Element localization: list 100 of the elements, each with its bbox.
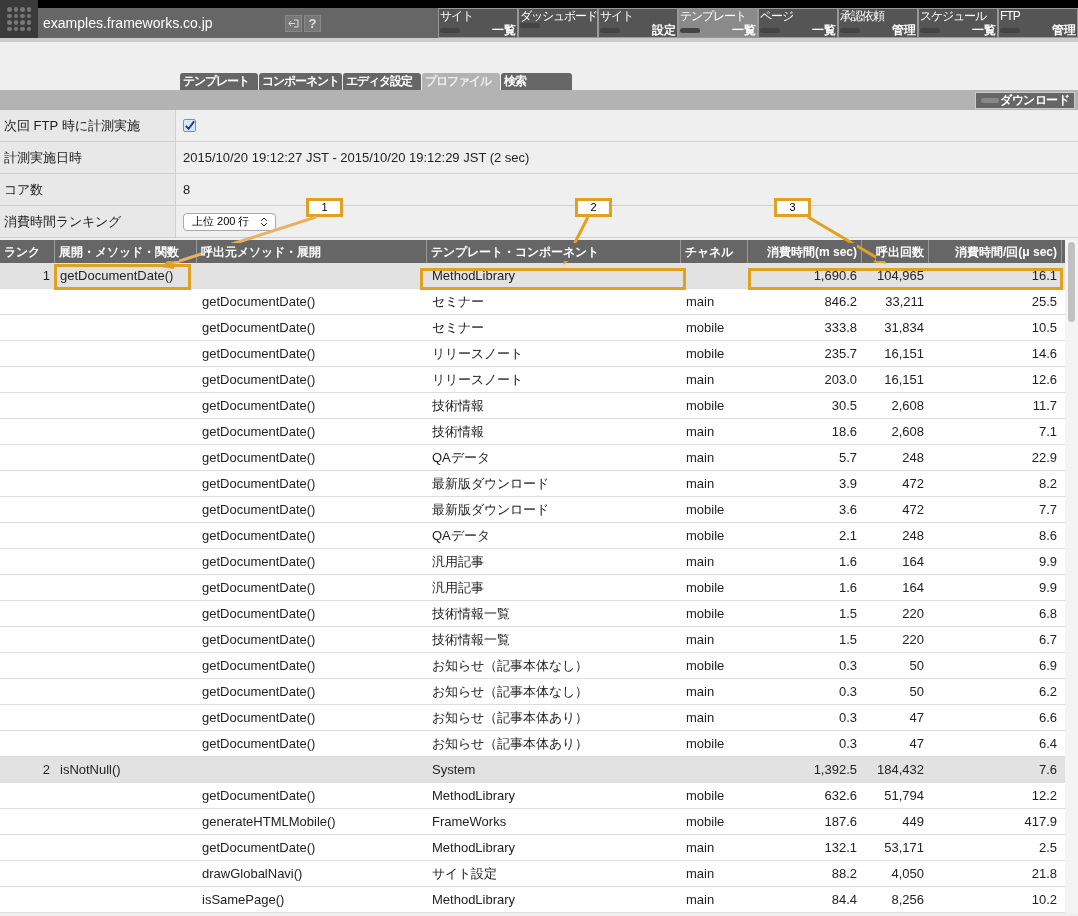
tab[interactable]: テンプレート [180, 73, 258, 90]
table-cell: main [686, 424, 715, 439]
table-cell: getDocumentDate() [202, 606, 316, 621]
table-cell: MethodLibrary [432, 788, 516, 803]
table-cell: 1.5 [838, 632, 857, 647]
tab[interactable]: 検索 [501, 73, 572, 90]
table-cell: 220 [902, 606, 924, 621]
column-header: 呼出回数 [876, 242, 924, 261]
table-cell: 333.8 [824, 320, 857, 335]
table-cell: 汎用記事 [432, 554, 484, 569]
table-cell: MethodLibrary [432, 892, 516, 907]
table-cell: 0.3 [838, 710, 857, 725]
table-cell: getDocumentDate() [202, 528, 316, 543]
table-cell: 技術情報一覧 [432, 606, 510, 621]
table-cell: 3.9 [838, 476, 857, 491]
site-name: examples.frameworks.co.jp [43, 13, 213, 33]
table-cell: 449 [902, 814, 924, 829]
table-cell: 84.4 [831, 892, 857, 907]
nav-button[interactable]: FTP 管理 [998, 8, 1078, 38]
setting-label: 次回 FTP 時に計測実施 [4, 116, 140, 135]
table-cell: 1,392.5 [813, 762, 857, 777]
table-cell: 14.6 [1031, 346, 1057, 361]
table-cell: 472 [902, 502, 924, 517]
table-cell: 0.3 [838, 658, 857, 673]
table-cell: getDocumentDate() [202, 658, 316, 673]
table-cell: isNotNull() [60, 762, 121, 777]
table-cell: 164 [902, 580, 924, 595]
table-cell: 6.9 [1038, 658, 1057, 673]
table-cell: 184,432 [877, 762, 924, 777]
table-cell: MethodLibrary [432, 268, 516, 283]
grid-logo-icon[interactable] [0, 0, 38, 38]
table-cell: 22.9 [1031, 450, 1057, 465]
logout-icon[interactable] [285, 14, 302, 32]
table-cell: getDocumentDate() [202, 736, 316, 751]
tab[interactable]: コンポーネント [259, 73, 342, 90]
table-cell: drawGlobalNavi() [202, 866, 303, 881]
table-cell: 2,608 [891, 398, 924, 413]
table-cell: getDocumentDate() [202, 346, 316, 361]
table-cell: リリースノート [432, 346, 523, 361]
nav-button[interactable]: スケジュール 一覧 [918, 8, 998, 38]
table-cell: main [686, 476, 715, 491]
tab[interactable]: エディタ設定 [343, 73, 421, 90]
table-cell: 632.6 [824, 788, 857, 803]
table-cell: 21.8 [1031, 866, 1057, 881]
table-cell: お知らせ（記事本体あり） [432, 710, 588, 725]
setting-value: 2015/10/20 19:12:27 JST - 2015/10/20 19:12:29 JST (2 sec) [183, 148, 530, 167]
table-cell: 10.2 [1031, 892, 1057, 907]
table-cell: mobile [686, 788, 725, 803]
download-button[interactable]: ダウンロード [975, 91, 1075, 109]
table-cell: 248 [902, 450, 924, 465]
rows-select[interactable]: 上位 200 行 [183, 212, 277, 231]
checkbox[interactable] [183, 119, 196, 132]
table-cell: 6.4 [1038, 736, 1057, 751]
nav-button[interactable]: サイト 設定 [598, 8, 678, 38]
table-cell: 164 [902, 554, 924, 569]
table-cell: getDocumentDate() [202, 840, 316, 855]
table-cell: mobile [686, 398, 725, 413]
table-cell: 187.6 [824, 814, 857, 829]
table-cell: サイト設定 [432, 866, 497, 881]
table-cell: getDocumentDate() [202, 632, 316, 647]
table-cell: 9.9 [1038, 580, 1057, 595]
column-header: 呼出元メソッド・展開 [201, 242, 321, 261]
table-cell: 6.7 [1038, 632, 1057, 647]
table-cell: 16.1 [1031, 268, 1057, 283]
nav-button[interactable]: ページ 一覧 [758, 8, 838, 38]
updown-icon [261, 216, 268, 227]
table-cell: 1.6 [838, 580, 857, 595]
table-cell: 2.5 [1038, 840, 1057, 855]
table-cell: getDocumentDate() [202, 554, 316, 569]
table-cell: 技術情報一覧 [432, 632, 510, 647]
table-cell: セミナー [432, 320, 484, 335]
column-header: テンプレート・コンポーネント [431, 242, 599, 261]
table-cell: 8,256 [891, 892, 924, 907]
table-cell: 47 [909, 736, 924, 751]
table-cell: getDocumentDate() [202, 450, 316, 465]
table-cell: 846.2 [824, 294, 857, 309]
table-cell: 8.2 [1038, 476, 1057, 491]
table-cell: mobile [686, 502, 725, 517]
table-cell: リリースノート [432, 372, 523, 387]
table-cell: 8.6 [1038, 528, 1057, 543]
callout-label: 1 [306, 198, 343, 217]
table-cell: 16,151 [884, 372, 924, 387]
column-header: 消費時間(m sec) [766, 242, 857, 261]
table-cell: 0.3 [838, 736, 857, 751]
table-cell: 18.6 [831, 424, 857, 439]
table-cell: 88.2 [831, 866, 857, 881]
nav-button[interactable]: サイト 一覧 [438, 8, 518, 38]
table-cell: getDocumentDate() [202, 476, 316, 491]
nav-button[interactable]: 承認依頼 管理 [838, 8, 918, 38]
table-cell: 11.7 [1032, 398, 1057, 413]
table-cell: main [686, 710, 715, 725]
table-cell: セミナー [432, 294, 484, 309]
table-cell: 417.9 [1024, 814, 1057, 829]
table-cell: 31,834 [884, 320, 924, 335]
nav-button[interactable]: ダッシュボード [518, 8, 598, 38]
table-cell: 53,171 [884, 840, 924, 855]
table-cell: getDocumentDate() [202, 294, 316, 309]
table-cell: getDocumentDate() [202, 710, 316, 725]
table-cell: 16,151 [884, 346, 924, 361]
setting-label: 計測実施日時 [4, 148, 82, 167]
